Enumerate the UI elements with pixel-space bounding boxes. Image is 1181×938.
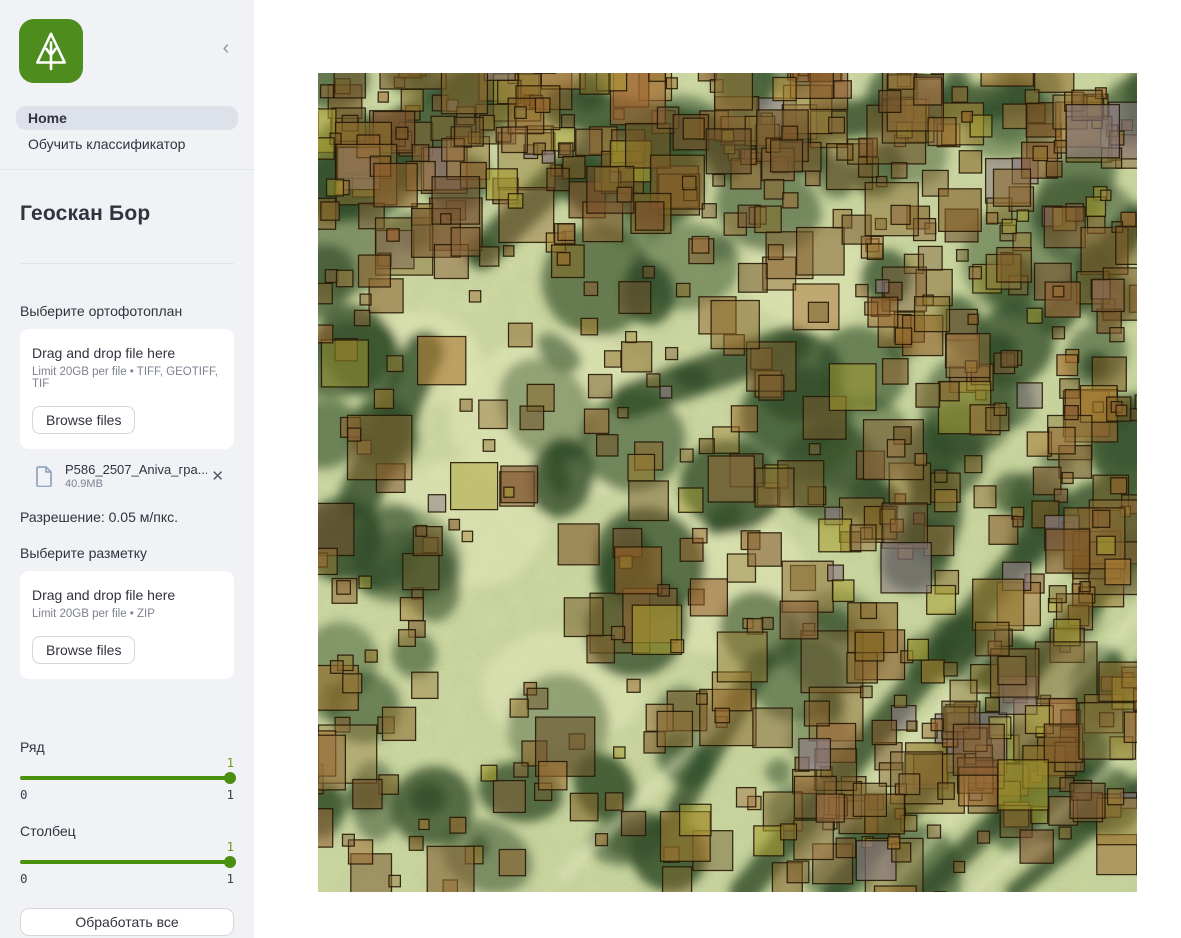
ortho-dropzone[interactable]: Drag and drop file here Limit 20GB per f… (20, 329, 234, 449)
aerial-orthophoto (318, 73, 1137, 892)
sidebar-collapse-button[interactable]: ‹ (214, 36, 238, 60)
nav-item-train-classifier[interactable]: Обучить классификатор (16, 132, 238, 156)
slider-column-max: 1 (226, 871, 234, 886)
file-limit-text: Limit 20GB per file • TIFF, GEOTIFF, TIF (32, 366, 222, 390)
slider-column-track[interactable] (20, 860, 234, 864)
uploaded-file-name: P586_2507_Aniva_гра... (65, 462, 207, 477)
geoscan-tree-logo (19, 19, 83, 83)
slider-row-min: 0 (20, 787, 28, 802)
slider-column-value: 1 (20, 841, 234, 853)
ortho-browse-files-button[interactable]: Browse files (32, 406, 135, 434)
process-all-button[interactable]: Обработать все (20, 908, 234, 936)
uploaded-file-size: 40.9MB (65, 478, 207, 490)
slider-row: Ряд 1 0 1 (20, 739, 234, 802)
close-icon: ✕ (211, 468, 224, 485)
slider-row-track[interactable] (20, 776, 234, 780)
slider-row-label: Ряд (20, 739, 234, 755)
document-icon (36, 466, 53, 487)
slider-column-thumb[interactable] (224, 856, 236, 868)
slider-column-label: Столбец (20, 823, 234, 839)
nav-divider (0, 169, 254, 170)
sidebar: ‹ Home Обучить классификатор Геоскан Бор… (0, 0, 254, 938)
slider-row-thumb[interactable] (224, 772, 236, 784)
sidebar-nav: Home Обучить классификатор (16, 106, 238, 156)
divider (20, 263, 234, 264)
resolution-text: Разрешение: 0.05 м/пкс. (20, 509, 234, 525)
slider-row-max: 1 (226, 787, 234, 802)
pine-tree-arrow-icon (28, 28, 74, 74)
remove-file-button[interactable]: ✕ (207, 467, 228, 486)
ortho-uploader-label: Выберите ортофотоплан (20, 303, 234, 319)
uploaded-file-row: P586_2507_Aniva_гра... 40.9MB ✕ (20, 462, 234, 490)
orthophoto-detections-canvas (318, 73, 1137, 892)
drag-drop-text: Drag and drop file here (32, 587, 222, 603)
slider-column-min: 0 (20, 871, 28, 886)
main-area (254, 0, 1181, 938)
markup-browse-files-button[interactable]: Browse files (32, 636, 135, 664)
markup-uploader-label: Выберите разметку (20, 545, 234, 561)
app-window: ‹ Home Обучить классификатор Геоскан Бор… (0, 0, 1181, 938)
file-limit-text: Limit 20GB per file • ZIP (32, 608, 222, 620)
nav-item-home[interactable]: Home (16, 106, 238, 130)
markup-dropzone[interactable]: Drag and drop file here Limit 20GB per f… (20, 571, 234, 679)
slider-column: Столбец 1 0 1 (20, 823, 234, 886)
drag-drop-text: Drag and drop file here (32, 345, 222, 361)
chevron-left-icon: ‹ (223, 38, 230, 58)
page-title: Геоскан Бор (20, 202, 234, 226)
slider-row-value: 1 (20, 757, 234, 769)
